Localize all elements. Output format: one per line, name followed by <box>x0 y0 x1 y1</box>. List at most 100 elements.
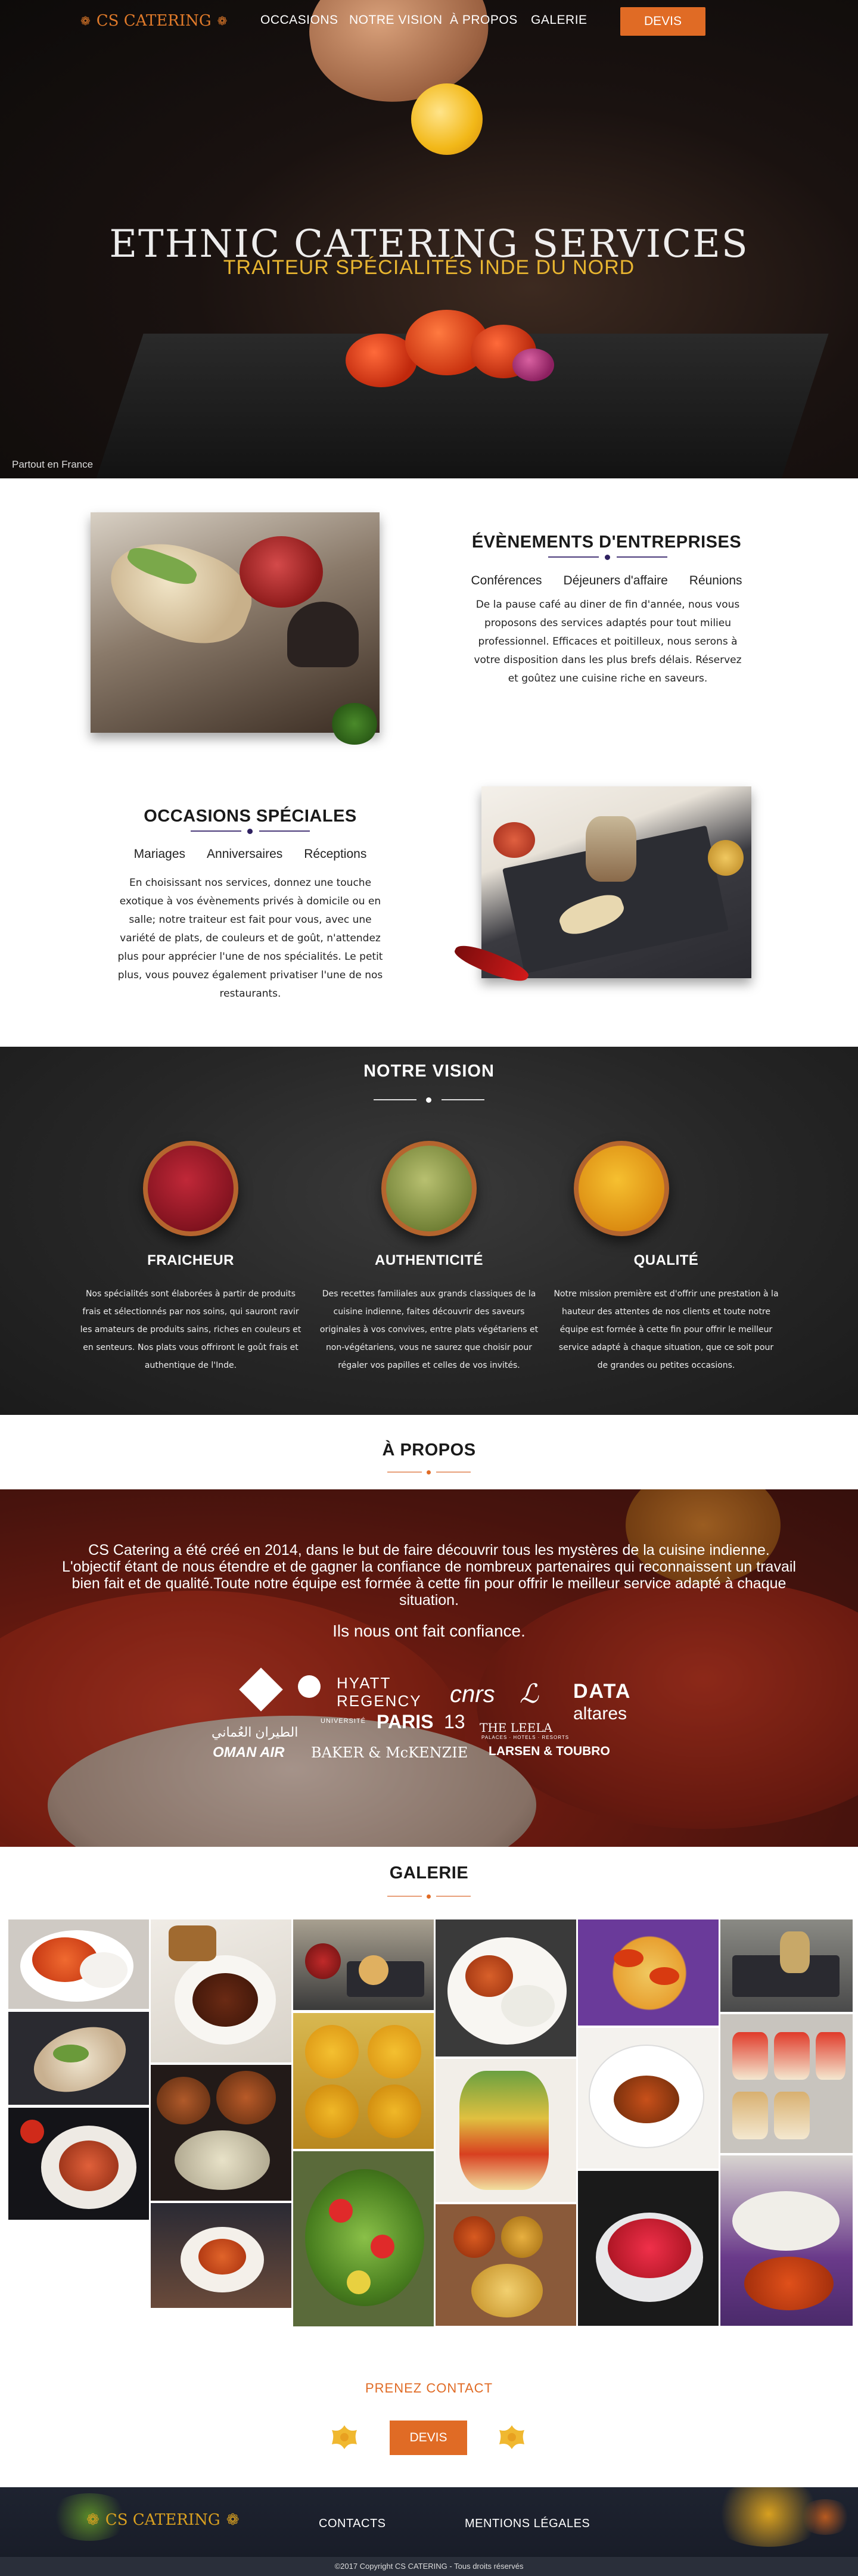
vision-section: NOTRE VISION FRAICHEUR AUTHENTICITÉ QUAL… <box>0 1047 858 1415</box>
vision-divider <box>374 1096 484 1104</box>
apropos-divider <box>387 1469 471 1476</box>
hero-location: Partout en France <box>12 459 94 470</box>
nav-link-galerie[interactable]: GALERIE <box>531 13 587 27</box>
larsen-toubro-logo: LARSEN & TOUBRO <box>489 1744 610 1758</box>
fraicheur-text: Nos spécialités sont élaborées à partir … <box>80 1289 301 1370</box>
gallery-image[interactable] <box>293 2151 434 2326</box>
hero-lemon-image <box>411 83 483 155</box>
lotus-ornament-icon: ❁ <box>86 2511 100 2529</box>
entreprises-text: De la pause café au diner de fin d'année… <box>474 599 742 685</box>
speciales-tags: Mariages Anniversaires Réceptions <box>72 847 429 861</box>
gallery-image[interactable] <box>8 2012 149 2105</box>
qualite-text: Notre mission première est d'offrir une … <box>554 1289 779 1370</box>
footer-copyright: ©2017 Copyright CS CATERING - Tous droit… <box>0 2557 858 2576</box>
lotus-ornament-icon <box>499 2425 524 2449</box>
tag-conferences: Conférences <box>471 574 542 587</box>
qualite-title: QUALITÉ <box>633 1252 699 1268</box>
gallery-image[interactable] <box>151 2203 291 2308</box>
lotus-ornament-icon: ❁ <box>226 2511 240 2529</box>
fraicheur-spice <box>148 1146 234 1231</box>
speciales-title: OCCASIONS SPÉCIALES <box>144 807 357 826</box>
tag-dejeuners: Déjeuners d'affaire <box>563 574 668 587</box>
footer-brand[interactable]: ❁ CS CATERING ❁ <box>86 2511 240 2529</box>
authenticite-spice <box>386 1146 472 1231</box>
authenticite-spice-bowl <box>381 1141 477 1236</box>
brand-name: CS CATERING <box>96 12 212 30</box>
fraicheur-spice-bowl <box>143 1141 238 1236</box>
contact-title: PRENEZ CONTACT <box>365 2381 493 2395</box>
altares-logo: altares <box>573 1704 627 1723</box>
hyatt-logo-mark <box>298 1675 321 1698</box>
nav-link-notre-vision[interactable]: NOTRE VISION <box>349 13 443 27</box>
authenticite-text: Des recettes familiales aux grands class… <box>319 1289 539 1370</box>
oman-air-arabic: الطيران العُماني <box>212 1725 299 1740</box>
speciales-image <box>481 786 751 978</box>
lotus-ornament-icon <box>332 2425 357 2449</box>
gallery-image[interactable] <box>720 1919 853 2012</box>
lotus-ornament-icon: ❁ <box>80 14 91 28</box>
gallery-image[interactable] <box>578 2028 719 2169</box>
main-nav: ❁ CS CATERING ❁ OCCASIONS NOTRE VISION À… <box>0 0 858 42</box>
apropos-band: CS Catering a été créé en 2014, dans le … <box>0 1489 858 1847</box>
herb-sprig-icon <box>331 703 378 745</box>
lotus-ornament-icon: ❁ <box>217 14 228 28</box>
speciales-divider <box>191 827 310 835</box>
gallery-image[interactable] <box>8 1919 149 2009</box>
oman-air-logo: OMAN AIR <box>213 1744 285 1760</box>
apropos-title: À PROPOS <box>382 1441 476 1460</box>
footer: ❁ CS CATERING ❁ CONTACTS MENTIONS LÉGALE… <box>0 2487 858 2576</box>
speciales-text: En choisissant nos services, donnez une … <box>117 877 383 1000</box>
brand-logo[interactable]: ❁ CS CATERING ❁ <box>80 12 227 30</box>
gallery-image[interactable] <box>436 2204 576 2326</box>
devis-button[interactable]: DEVIS <box>620 7 705 36</box>
hyatt-logo-line2: REGENCY <box>337 1692 422 1710</box>
hero-subtitle: TRAITEUR SPÉCIALITÉS INDE DU NORD <box>223 256 635 279</box>
gallery-image[interactable] <box>293 1919 434 2010</box>
baker-mckenzie-logo: BAKER & McKENZIE <box>311 1744 468 1761</box>
paris13-logo-line3: 13 <box>444 1711 465 1732</box>
gallery-image[interactable] <box>8 2108 149 2220</box>
tag-receptions: Réceptions <box>304 847 367 861</box>
entreprises-tags: Conférences Déjeuners d'affaire Réunions <box>428 574 785 588</box>
contact-devis-button[interactable]: DEVIS <box>390 2421 467 2455</box>
paris13-logo-line1: UNIVERSITÉ <box>321 1718 366 1725</box>
leela-logo-mark: ℒ <box>520 1679 539 1709</box>
fraicheur-title: FRAICHEUR <box>147 1252 234 1268</box>
galerie-divider <box>387 1893 471 1900</box>
gallery-image[interactable] <box>578 2171 719 2326</box>
entreprises-title: ÉVÈNEMENTS D'ENTREPRISES <box>471 533 742 552</box>
qualite-spice <box>579 1146 664 1231</box>
tag-mariages: Mariages <box>133 847 186 861</box>
footer-link-mentions-legales[interactable]: MENTIONS LÉGALES <box>465 2517 590 2531</box>
gallery-image[interactable] <box>720 2014 853 2153</box>
cnrs-logo: cnrs <box>450 1681 495 1707</box>
vision-title: NOTRE VISION <box>363 1062 495 1081</box>
tag-anniversaires: Anniversaires <box>207 847 283 861</box>
gallery-image[interactable] <box>436 2059 576 2202</box>
hyatt-logo-line1: HYATT <box>337 1674 391 1692</box>
leela-logo: THE LEELA <box>480 1721 552 1735</box>
gallery-image[interactable] <box>293 2013 434 2149</box>
leela-logo-tagline: PALACES · HOTELS · RESORTS <box>481 1735 570 1740</box>
gallery-image[interactable] <box>720 2155 853 2326</box>
tag-reunions: Réunions <box>689 574 742 587</box>
apropos-trust-heading: Ils nous ont fait confiance. <box>332 1622 526 1640</box>
entreprises-divider <box>548 553 667 561</box>
galerie-title: GALERIE <box>389 1863 469 1883</box>
gallery-image[interactable] <box>578 1919 719 2026</box>
data-logo: DATA <box>573 1680 632 1703</box>
apropos-text: CS Catering a été créé en 2014, dans le … <box>62 1542 796 1609</box>
qualite-spice-bowl <box>574 1141 669 1236</box>
gallery-image[interactable] <box>151 1919 291 2062</box>
hero-food-onion <box>512 349 554 381</box>
hero-banner: ETHNIC CATERING SERVICES TRAITEUR SPÉCIA… <box>0 0 858 478</box>
footer-brand-name: CS CATERING <box>105 2511 220 2529</box>
footer-link-contacts[interactable]: CONTACTS <box>319 2517 386 2531</box>
gallery-image[interactable] <box>436 1919 576 2057</box>
gallery-image[interactable] <box>151 2065 291 2201</box>
authenticite-title: AUTHENTICITÉ <box>375 1252 483 1268</box>
paris13-logo-line2: PARIS <box>377 1711 434 1732</box>
nav-link-occasions[interactable]: OCCASIONS <box>260 13 338 27</box>
nav-link-a-propos[interactable]: À PROPOS <box>450 13 518 27</box>
entreprises-image <box>91 512 380 733</box>
